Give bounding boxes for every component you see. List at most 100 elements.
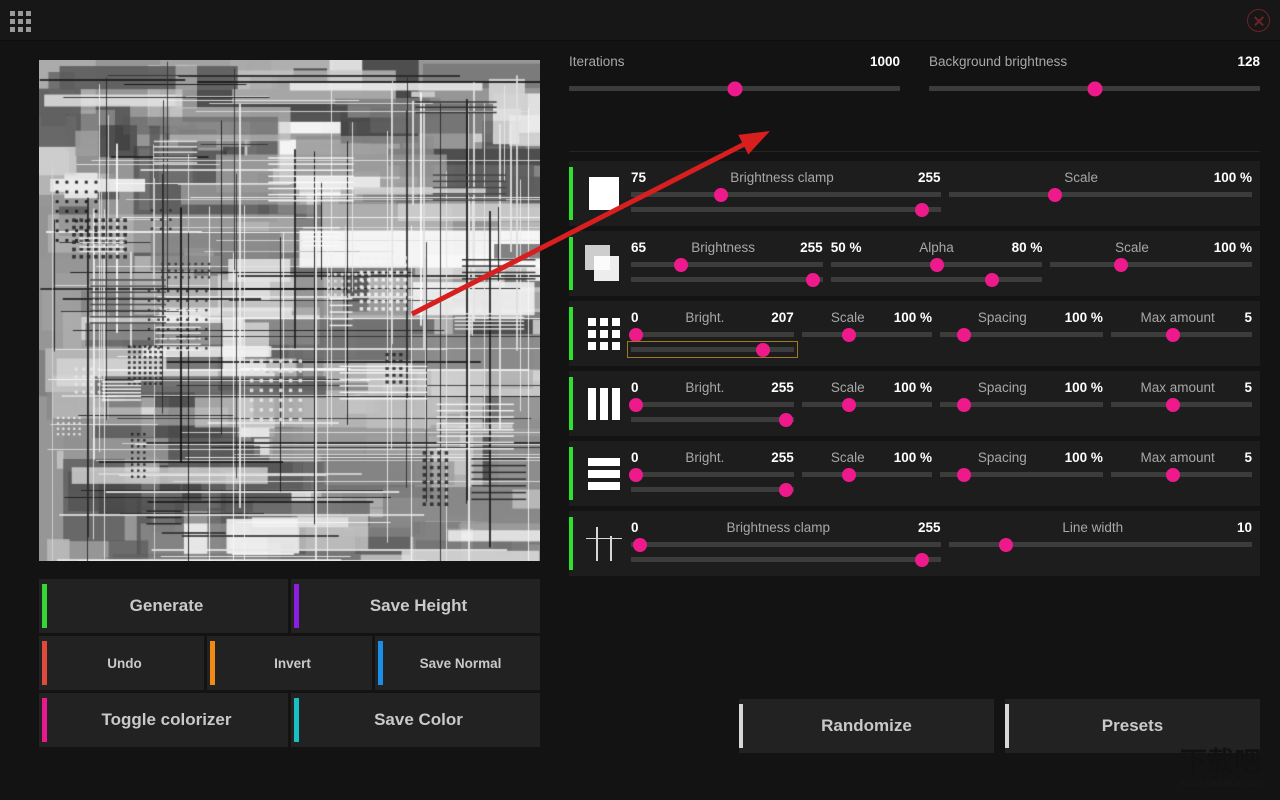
param-slider-track[interactable] bbox=[628, 397, 794, 412]
param-slider-knob[interactable] bbox=[633, 537, 648, 552]
param-label: Max amount bbox=[1140, 450, 1215, 465]
param-slider-track[interactable] bbox=[801, 327, 933, 342]
param-slider-knob[interactable] bbox=[628, 467, 643, 482]
param-min-value: 0 bbox=[631, 450, 639, 465]
layer-row[interactable]: 65 Brightness 255 50 % Alpha 80 % Scale 100 % bbox=[569, 231, 1260, 296]
param-slider-knob[interactable] bbox=[673, 257, 688, 272]
layer-row[interactable]: 75 Brightness clamp 255 Scale 100 % bbox=[569, 161, 1260, 226]
param-slider-track[interactable] bbox=[801, 467, 933, 482]
param-slider-track[interactable] bbox=[948, 187, 1252, 202]
app-grid-icon[interactable] bbox=[10, 11, 31, 32]
param-slider-track-secondary[interactable] bbox=[631, 202, 941, 217]
global-slider-label: Iterations bbox=[569, 54, 625, 69]
preview-canvas[interactable] bbox=[39, 60, 540, 561]
param-group: Scale 100 % bbox=[801, 371, 940, 436]
param-slider-track-secondary[interactable] bbox=[631, 272, 823, 287]
global-slider-0[interactable]: Iterations 1000 bbox=[569, 54, 900, 106]
button-label: Save Normal bbox=[419, 655, 502, 671]
param-slider-knob[interactable] bbox=[929, 257, 944, 272]
param-max-value: 5 bbox=[1244, 450, 1252, 465]
param-slider-track[interactable] bbox=[940, 327, 1103, 342]
param-slider-track[interactable] bbox=[628, 327, 794, 342]
param-slider-track[interactable] bbox=[1050, 257, 1253, 272]
param-slider-knob-secondary[interactable] bbox=[914, 202, 929, 217]
param-slider-track[interactable] bbox=[948, 537, 1252, 552]
layer-accent-bar bbox=[569, 167, 573, 220]
param-slider-knob[interactable] bbox=[1113, 257, 1128, 272]
global-slider-knob[interactable] bbox=[1087, 81, 1102, 96]
param-slider-track-secondary[interactable] bbox=[631, 552, 941, 567]
param-slider-knob[interactable] bbox=[713, 187, 728, 202]
param-slider-knob[interactable] bbox=[957, 397, 972, 412]
close-icon[interactable] bbox=[1247, 9, 1270, 32]
global-slider-track[interactable] bbox=[929, 81, 1260, 96]
layer-params: 0 Bright. 255 Scale 100 % Spacing 100 % Max amo… bbox=[628, 441, 1260, 506]
param-slider-knob-secondary[interactable] bbox=[806, 272, 821, 287]
param-slider-knob[interactable] bbox=[841, 397, 856, 412]
param-slider-knob[interactable] bbox=[1165, 467, 1180, 482]
param-slider-track[interactable] bbox=[628, 467, 794, 482]
generated-height-map-preview[interactable] bbox=[39, 60, 540, 561]
param-slider-knob[interactable] bbox=[841, 327, 856, 342]
layer-params: 75 Brightness clamp 255 Scale 100 % bbox=[631, 161, 1260, 226]
button-presets[interactable]: Presets bbox=[1005, 699, 1260, 753]
param-slider-track[interactable] bbox=[1110, 397, 1252, 412]
button-save-height[interactable]: Save Height bbox=[291, 579, 540, 633]
dot-grid-icon[interactable] bbox=[584, 314, 624, 354]
button-invert[interactable]: Invert bbox=[207, 636, 372, 690]
crossing-lines-icon[interactable] bbox=[584, 524, 624, 564]
param-slider-knob-secondary[interactable] bbox=[778, 412, 793, 427]
param-slider-knob[interactable] bbox=[1165, 397, 1180, 412]
param-slider-knob-secondary[interactable] bbox=[984, 272, 999, 287]
param-slider-track[interactable] bbox=[1110, 327, 1252, 342]
param-slider-knob[interactable] bbox=[628, 327, 643, 342]
param-slider-track-secondary[interactable] bbox=[830, 272, 1043, 287]
param-slider-track[interactable] bbox=[940, 397, 1103, 412]
global-slider-1[interactable]: Background brightness 128 bbox=[929, 54, 1260, 106]
param-slider-knob-secondary[interactable] bbox=[914, 552, 929, 567]
button-save-normal[interactable]: Save Normal bbox=[375, 636, 540, 690]
button-undo[interactable]: Undo bbox=[39, 636, 204, 690]
param-slider-knob[interactable] bbox=[957, 327, 972, 342]
param-slider-track[interactable] bbox=[940, 467, 1103, 482]
param-slider-knob[interactable] bbox=[841, 467, 856, 482]
param-slider-knob-secondary[interactable] bbox=[778, 482, 793, 497]
filled-square-icon[interactable] bbox=[584, 174, 624, 214]
global-slider-knob[interactable] bbox=[727, 81, 742, 96]
param-slider-knob[interactable] bbox=[1165, 327, 1180, 342]
button-toggle-colorizer[interactable]: Toggle colorizer bbox=[39, 693, 288, 747]
horizontal-bars-icon[interactable] bbox=[584, 454, 624, 494]
param-slider-track[interactable] bbox=[830, 257, 1043, 272]
button-generate[interactable]: Generate bbox=[39, 579, 288, 633]
param-min-value: 0 bbox=[631, 310, 639, 325]
param-slider-track[interactable] bbox=[631, 187, 941, 202]
layer-row[interactable]: 0 Bright. 255 Scale 100 % Spacing 100 % Max amo… bbox=[569, 371, 1260, 436]
param-group: Line width 10 bbox=[948, 511, 1260, 576]
param-slider-track-secondary[interactable] bbox=[631, 342, 794, 357]
param-slider-knob[interactable] bbox=[957, 467, 972, 482]
param-slider-knob-secondary[interactable] bbox=[755, 342, 770, 357]
button-save-color[interactable]: Save Color bbox=[291, 693, 540, 747]
button-row: Toggle colorizer Save Color bbox=[39, 693, 540, 747]
param-slider-knob[interactable] bbox=[999, 537, 1014, 552]
param-slider-knob[interactable] bbox=[628, 397, 643, 412]
button-randomize[interactable]: Randomize bbox=[739, 699, 994, 753]
param-slider-track[interactable] bbox=[1110, 467, 1252, 482]
global-slider-track[interactable] bbox=[569, 81, 900, 96]
param-slider-track-secondary[interactable] bbox=[631, 482, 794, 497]
vertical-bars-icon[interactable] bbox=[584, 384, 624, 424]
layer-row[interactable]: 0 Bright. 255 Scale 100 % Spacing 100 % Max amo… bbox=[569, 441, 1260, 506]
param-max-value: 255 bbox=[771, 380, 794, 395]
param-slider-track[interactable] bbox=[801, 397, 933, 412]
param-max-value: 255 bbox=[771, 450, 794, 465]
layer-row[interactable]: 0 Brightness clamp 255 Line width 10 bbox=[569, 511, 1260, 576]
param-slider-knob[interactable] bbox=[1047, 187, 1062, 202]
overlapping-squares-icon[interactable] bbox=[584, 244, 624, 284]
param-slider-track[interactable] bbox=[631, 257, 823, 272]
param-slider-track[interactable] bbox=[631, 537, 941, 552]
layer-row[interactable]: 0 Bright. 207 Scale 100 % Spacing 100 % Max amo… bbox=[569, 301, 1260, 366]
button-label: Generate bbox=[129, 596, 204, 615]
title-bar bbox=[0, 0, 1280, 41]
button-accent-bar bbox=[739, 704, 743, 748]
param-slider-track-secondary[interactable] bbox=[631, 412, 794, 427]
